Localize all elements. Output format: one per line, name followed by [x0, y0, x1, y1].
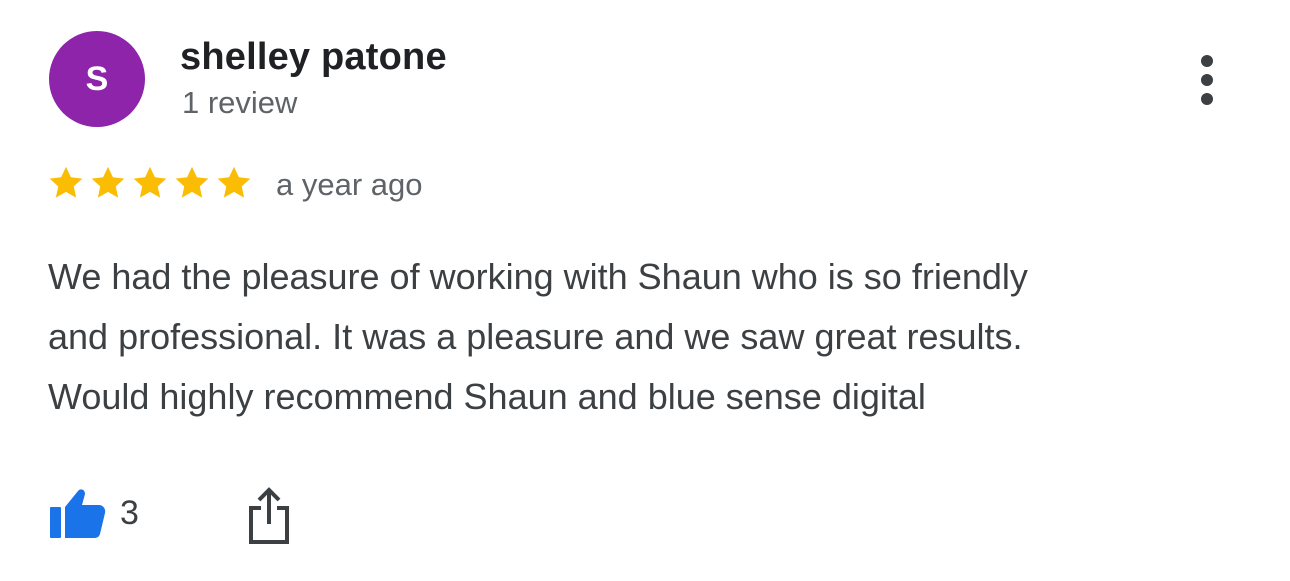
more-vert-icon-dot [1201, 74, 1213, 86]
reviewer-review-count: 1 review [182, 85, 298, 120]
star-icon [91, 166, 125, 198]
star-icon [217, 166, 251, 198]
review-time: a year ago [276, 167, 423, 202]
avatar[interactable]: S [49, 31, 145, 127]
more-vert-icon-dot [1201, 93, 1213, 105]
review-text: We had the pleasure of working with Shau… [48, 247, 1238, 427]
more-options-button[interactable] [1186, 50, 1228, 110]
star-icon [49, 166, 83, 198]
review-text-line: and professional. It was a pleasure and … [48, 316, 1023, 357]
more-vert-icon [1201, 55, 1213, 67]
review-card: S shelley patone 1 review a year ago We … [0, 0, 1290, 581]
review-text-line: Would highly recommend Shaun and blue se… [48, 376, 926, 417]
thumbs-up-icon [50, 489, 106, 538]
star-icon [175, 166, 209, 198]
reviewer-name[interactable]: shelley patone [180, 36, 447, 79]
share-icon [249, 487, 289, 544]
like-count: 3 [120, 493, 139, 532]
share-button[interactable] [246, 486, 292, 546]
star-rating [47, 164, 253, 204]
star-icon [133, 166, 167, 198]
review-text-line: We had the pleasure of working with Shau… [48, 256, 1028, 297]
avatar-initial: S [85, 59, 109, 98]
like-button[interactable]: 3 [48, 486, 139, 540]
